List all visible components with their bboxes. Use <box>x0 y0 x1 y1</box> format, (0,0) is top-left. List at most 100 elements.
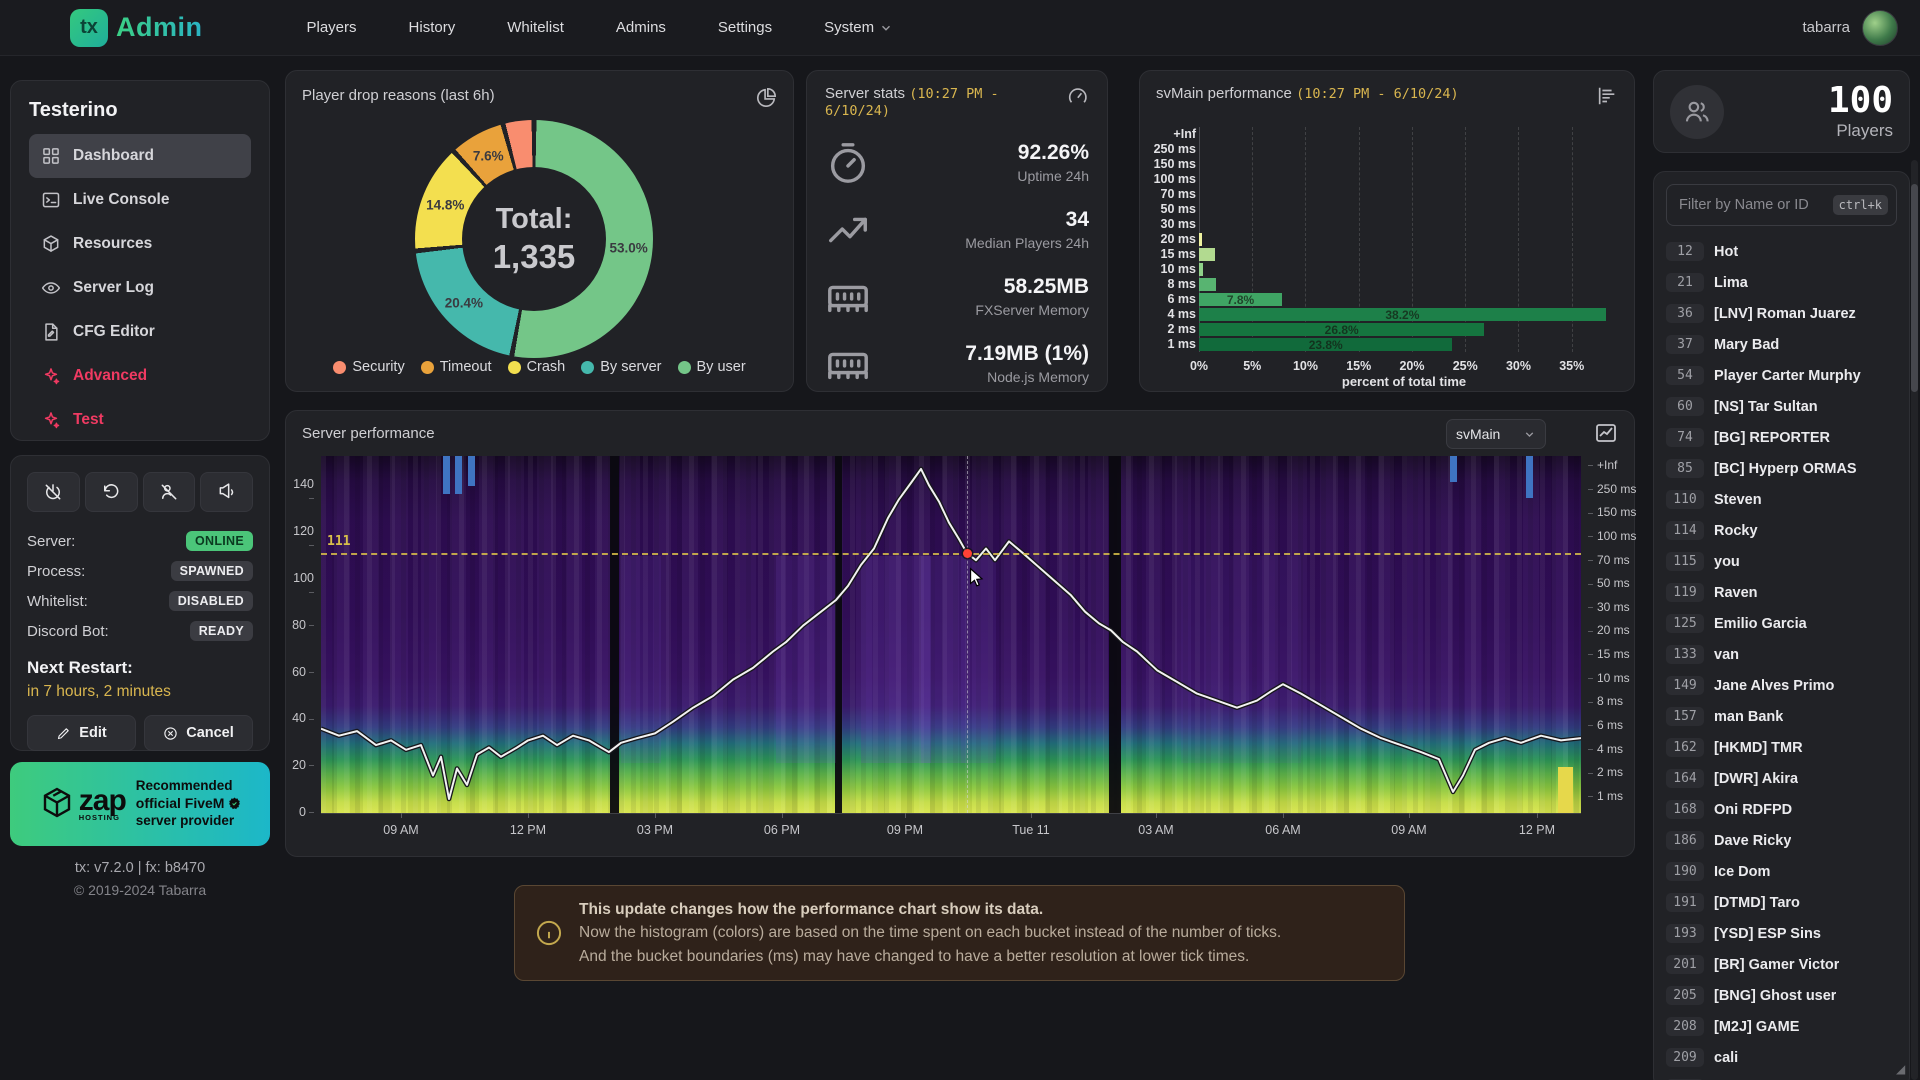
edit-restart-button[interactable]: Edit <box>27 715 136 751</box>
status-label: Process: <box>27 563 85 580</box>
donut-total-value: 1,335 <box>493 238 576 276</box>
player-row[interactable]: 12Hot <box>1666 236 1897 267</box>
player-id-badge: 54 <box>1666 366 1704 385</box>
resize-grip-icon: ◢ <box>1896 1062 1905 1076</box>
nav-item-history[interactable]: History <box>409 19 456 36</box>
circle-x-icon <box>163 726 178 741</box>
player-count-line <box>321 456 1581 813</box>
time-axis-tickmark <box>401 813 402 818</box>
player-row[interactable]: 119Raven <box>1666 577 1897 608</box>
player-row[interactable]: 208[M2J] GAME <box>1666 1011 1897 1042</box>
player-row[interactable]: 149Jane Alves Primo <box>1666 670 1897 701</box>
player-id-badge: 208 <box>1666 1017 1704 1036</box>
sidebar-item-dashboard[interactable]: Dashboard <box>29 134 251 178</box>
nav-item-settings[interactable]: Settings <box>718 19 772 36</box>
cancel-restart-button[interactable]: Cancel <box>144 715 253 751</box>
sidebar-item-live-console[interactable]: Live Console <box>29 178 251 222</box>
hist-bar <box>1199 233 1202 246</box>
user-avatar[interactable] <box>1862 10 1898 46</box>
player-row[interactable]: 114Rocky <box>1666 515 1897 546</box>
player-row[interactable]: 21Lima <box>1666 267 1897 298</box>
player-name: [BC] Hyperp ORMAS <box>1714 461 1857 477</box>
legend-item-by-user[interactable]: By user <box>678 359 746 375</box>
hist-bar <box>1199 263 1203 276</box>
hist-bucket-label: 2 ms <box>1144 322 1196 336</box>
memory-icon <box>825 274 871 320</box>
status-badge: ONLINE <box>186 531 253 551</box>
player-name: [BR] Gamer Victor <box>1714 957 1839 973</box>
time-axis-tick: 09 AM <box>383 823 418 837</box>
player-row[interactable]: 115you <box>1666 546 1897 577</box>
nav-item-system[interactable]: System <box>824 19 893 36</box>
line-chart-icon[interactable] <box>1594 421 1618 445</box>
slice-percent-label: 20.4% <box>445 296 483 311</box>
legend-item-timeout[interactable]: Timeout <box>421 359 492 375</box>
player-row[interactable]: 191[DTMD] Taro <box>1666 887 1897 918</box>
txadmin-logo[interactable]: tx Admin <box>70 9 203 47</box>
player-row[interactable]: 37Mary Bad <box>1666 329 1897 360</box>
sidebar-item-advanced[interactable]: Advanced <box>29 354 251 398</box>
scrollbar-thumb[interactable] <box>1911 184 1918 392</box>
nav-menu: Players History Whitelist Admins Settings Sys… <box>307 19 894 36</box>
sidebar-item-cfg-editor[interactable]: CFG Editor <box>29 310 251 354</box>
cube-icon <box>41 234 61 254</box>
player-row[interactable]: 205[BNG] Ghost user <box>1666 980 1897 1011</box>
sidebar-item-test[interactable]: Test <box>29 398 251 442</box>
copyright: © 2019-2024 Tabarra <box>10 882 270 898</box>
player-row[interactable]: 110Steven <box>1666 484 1897 515</box>
player-row[interactable]: 201[BR] Gamer Victor <box>1666 949 1897 980</box>
time-axis-tickmark <box>905 813 906 818</box>
player-row[interactable]: 162[HKMD] TMR <box>1666 732 1897 763</box>
status-badge: READY <box>190 621 253 641</box>
player-row[interactable]: 190Ice Dom <box>1666 856 1897 887</box>
sidebar-item-label: CFG Editor <box>73 323 155 341</box>
legend-item-by-server[interactable]: By server <box>581 359 661 375</box>
legend-item-crash[interactable]: Crash <box>508 359 566 375</box>
hist-row <box>1199 247 1609 262</box>
stop-server-button[interactable] <box>27 472 80 512</box>
player-id-badge: 191 <box>1666 893 1704 912</box>
player-row[interactable]: 125Emilio Garcia <box>1666 608 1897 639</box>
legend-item-security[interactable]: Security <box>333 359 404 375</box>
kick-all-button[interactable] <box>143 472 196 512</box>
stat-row-uptime-24h: 92.26%Uptime 24h <box>825 129 1089 196</box>
player-row[interactable]: 85[BC] Hyperp ORMAS <box>1666 453 1897 484</box>
sidebar-item-resources[interactable]: Resources <box>29 222 251 266</box>
sidebar-item-server-log[interactable]: Server Log <box>29 266 251 310</box>
player-row[interactable]: 164[DWR] Akira <box>1666 763 1897 794</box>
player-row[interactable]: 133van <box>1666 639 1897 670</box>
player-row[interactable]: 54Player Carter Murphy <box>1666 360 1897 391</box>
player-name: [NS] Tar Sultan <box>1714 399 1818 415</box>
zap-hosting-banner[interactable]: zap HOSTING Recommended official FiveM s… <box>10 762 270 846</box>
nav-item-players[interactable]: Players <box>307 19 357 36</box>
stat-row-node-js-memory: 7.19MB (1%)Node.js Memory <box>825 330 1089 397</box>
performance-plot[interactable]: 111 <box>321 456 1581 814</box>
player-row[interactable]: 74[BG] REPORTER <box>1666 422 1897 453</box>
player-row[interactable]: 193[YSD] ESP Sins <box>1666 918 1897 949</box>
player-row[interactable]: 186Dave Ricky <box>1666 825 1897 856</box>
nav-item-admins[interactable]: Admins <box>616 19 666 36</box>
player-row[interactable]: 209cali <box>1666 1042 1897 1073</box>
time-axis-tick: 06 PM <box>764 823 800 837</box>
player-name: [BG] REPORTER <box>1714 430 1830 446</box>
legend-label: Security <box>352 359 404 375</box>
player-row[interactable]: 157man Bank <box>1666 701 1897 732</box>
eye-icon <box>41 278 61 298</box>
announce-button[interactable] <box>200 472 253 512</box>
player-id-badge: 21 <box>1666 273 1704 292</box>
sidebar-item-label: Test <box>73 411 104 429</box>
player-filter-input[interactable] <box>1677 196 1833 214</box>
player-row[interactable]: 60[NS] Tar Sultan <box>1666 391 1897 422</box>
player-row[interactable]: 216N <box>1666 1073 1897 1080</box>
player-row[interactable]: 168Oni RDFPD <box>1666 794 1897 825</box>
right-axis-tick: 15 ms <box>1588 647 1630 661</box>
restart-server-button[interactable] <box>85 472 138 512</box>
time-axis-tickmark <box>655 813 656 818</box>
threshold-line <box>321 553 1581 555</box>
nav-item-whitelist[interactable]: Whitelist <box>507 19 564 36</box>
player-row[interactable]: 36[LNV] Roman Juarez <box>1666 298 1897 329</box>
user-menu[interactable]: tabarra <box>1802 10 1898 46</box>
thread-select[interactable]: svMain <box>1446 419 1546 449</box>
right-axis: +Inf250 ms150 ms100 ms70 ms50 ms30 ms20 … <box>1588 456 1636 813</box>
hist-xaxis-label: percent of total time <box>1199 374 1609 389</box>
